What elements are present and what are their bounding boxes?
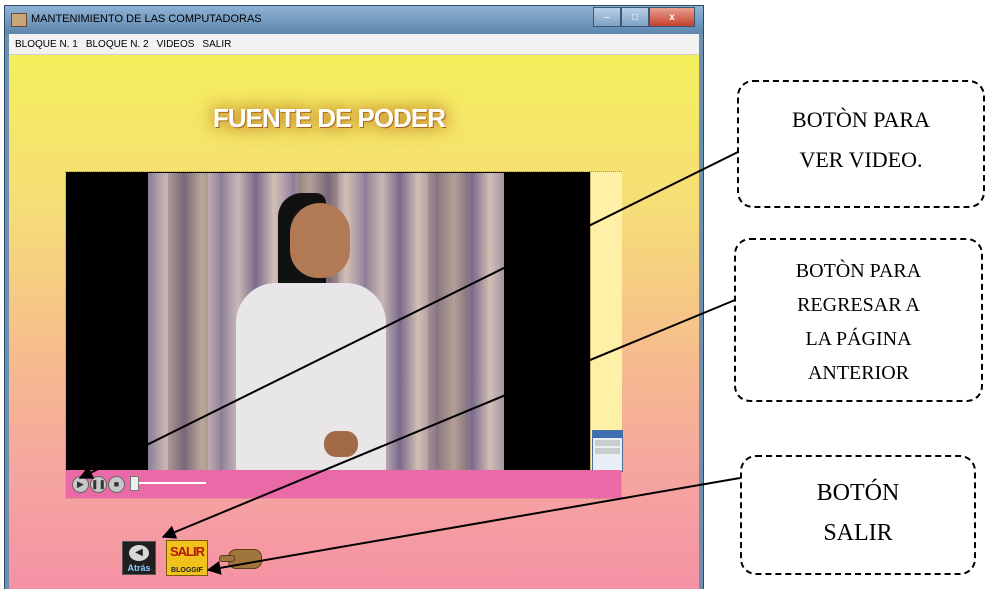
arrow-to-exit-button [206,477,741,575]
arrow-to-back-button [161,299,736,539]
arrow-to-play-button [78,151,739,479]
callout-arrows [78,151,741,575]
